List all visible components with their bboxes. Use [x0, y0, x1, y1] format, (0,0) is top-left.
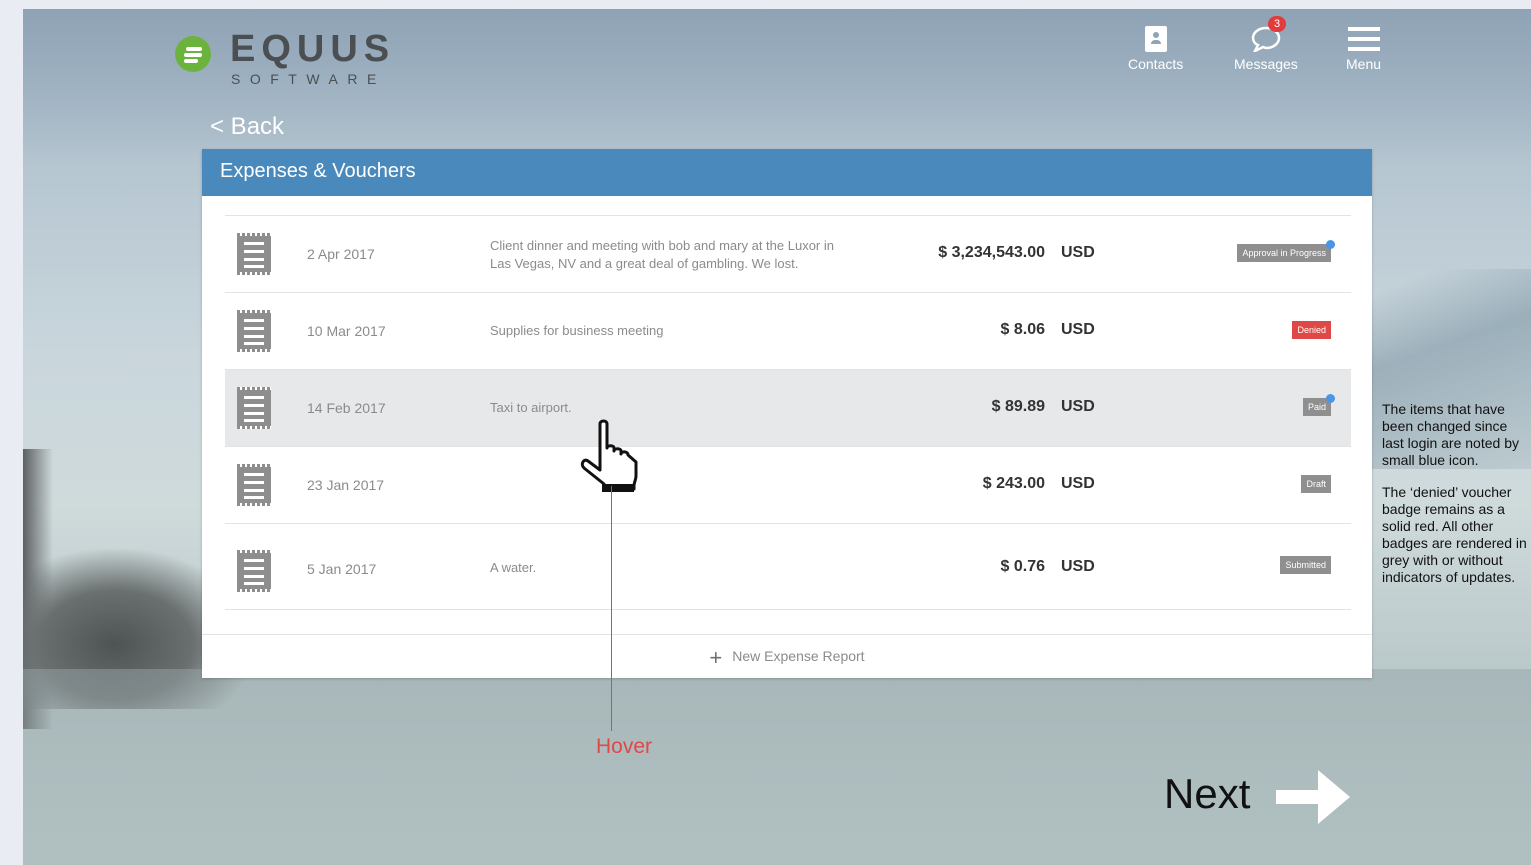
hamburger-icon — [1347, 26, 1380, 52]
messages-button[interactable]: Messages — [1234, 26, 1298, 72]
new-expense-report-label: New Expense Report — [732, 648, 865, 664]
plus-icon: + — [709, 644, 723, 670]
expense-description: Client dinner and meeting with bob and m… — [490, 238, 834, 271]
expense-currency: USD — [1061, 398, 1095, 415]
status-badge: Paid — [1302, 394, 1335, 416]
contacts-button[interactable]: Contacts — [1128, 26, 1183, 72]
expense-date: 2 Apr 2017 — [307, 246, 375, 262]
expense-date: 10 Mar 2017 — [307, 323, 386, 339]
hand-cursor-icon — [580, 419, 638, 492]
brand-subtitle: SOFTWARE — [231, 71, 386, 87]
expense-amount: $ 8.06 — [1000, 321, 1045, 338]
update-dot-icon — [1326, 394, 1335, 403]
expense-date: 23 Jan 2017 — [307, 477, 385, 493]
panel-title: Expenses & Vouchers — [202, 149, 1372, 196]
note-updates: The items that have been changed since l… — [1382, 401, 1519, 468]
expense-amount: $ 243.00 — [982, 475, 1045, 492]
expense-currency: USD — [1061, 475, 1095, 492]
receipt-icon — [237, 310, 271, 352]
next-label[interactable]: Next — [1164, 770, 1250, 818]
expense-date: 14 Feb 2017 — [307, 400, 386, 416]
expense-list: 2 Apr 2017 Client dinner and meeting wit… — [225, 215, 1351, 610]
expense-currency: USD — [1061, 321, 1095, 338]
expense-amount: $ 0.76 — [1000, 558, 1045, 575]
expense-currency: USD — [1061, 244, 1095, 261]
expense-amount: $ 89.89 — [991, 398, 1045, 415]
expenses-panel: Expenses & Vouchers 2 Apr 2017 Client di… — [202, 149, 1372, 678]
expense-description: Supplies for business meeting — [490, 323, 664, 338]
hover-callout-line — [611, 486, 612, 731]
expense-date: 5 Jan 2017 — [307, 561, 377, 577]
messages-count-badge: 3 — [1268, 16, 1286, 32]
receipt-icon — [237, 233, 271, 275]
back-link[interactable]: < Back — [210, 113, 284, 141]
hover-label: Hover — [596, 735, 653, 758]
status-badge: Denied — [1292, 321, 1331, 339]
update-dot-icon — [1326, 240, 1335, 249]
right-arrow-icon[interactable] — [1274, 768, 1354, 826]
expense-description: Taxi to airport. — [490, 400, 572, 415]
menu-button[interactable]: Menu — [1346, 26, 1381, 72]
new-expense-report-button[interactable]: + New Expense Report — [202, 634, 1372, 678]
expense-row[interactable]: 5 Jan 2017 A water. $ 0.76 USD Submitted — [225, 524, 1351, 610]
expense-row[interactable]: 10 Mar 2017 Supplies for business meetin… — [225, 293, 1351, 370]
menu-label: Menu — [1346, 56, 1382, 72]
messages-label: Messages — [1234, 56, 1298, 72]
receipt-icon — [237, 387, 271, 429]
expense-row[interactable]: 23 Jan 2017 $ 243.00 USD Draft — [225, 447, 1351, 524]
logo-icon — [175, 36, 211, 72]
contact-card-icon — [1144, 26, 1167, 52]
expense-currency: USD — [1061, 558, 1095, 575]
status-badge: Approval in Progress — [1237, 240, 1335, 262]
brand-name: EQUUS — [230, 28, 396, 70]
expense-amount: $ 3,234,543.00 — [938, 244, 1045, 261]
receipt-icon — [237, 550, 271, 592]
status-badge: Draft — [1301, 475, 1331, 493]
expense-row[interactable]: 2 Apr 2017 Client dinner and meeting wit… — [225, 216, 1351, 293]
receipt-icon — [237, 464, 271, 506]
status-badge: Submitted — [1280, 556, 1331, 574]
contacts-label: Contacts — [1128, 56, 1184, 72]
note-badges: The ‘denied’ voucher badge remains as a … — [1382, 484, 1527, 585]
annotation-note: The items that have been changed since l… — [1382, 401, 1531, 601]
expense-row[interactable]: 14 Feb 2017 Taxi to airport. $ 89.89 USD… — [225, 370, 1351, 447]
expense-description: A water. — [490, 560, 537, 575]
